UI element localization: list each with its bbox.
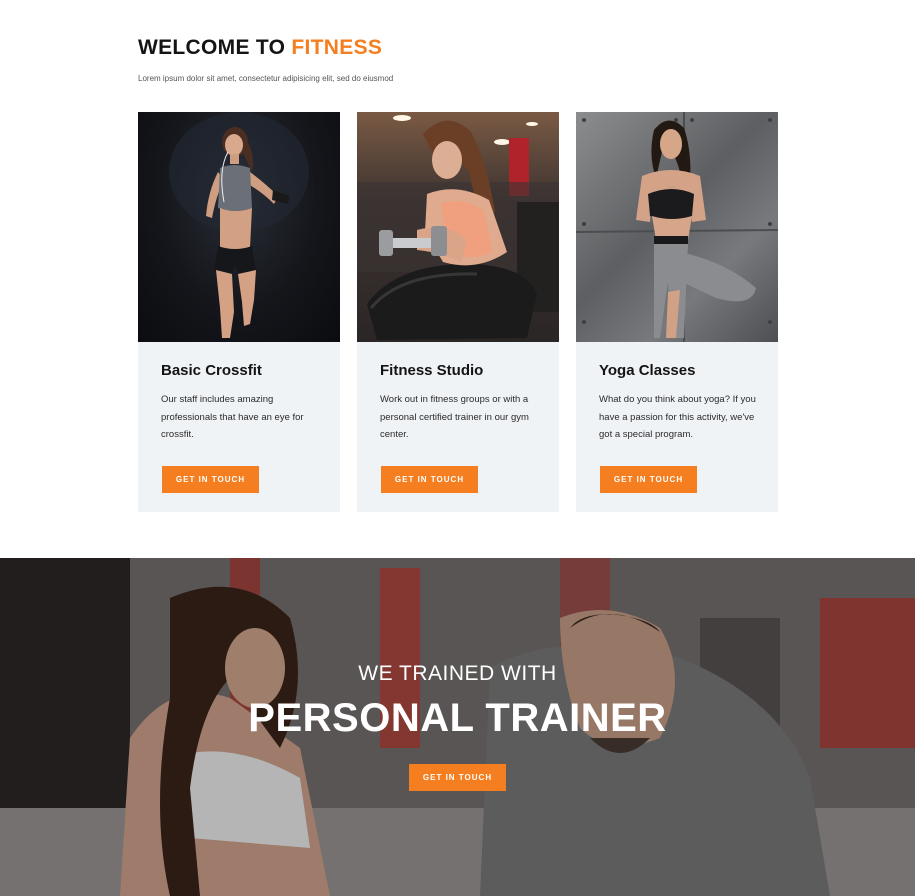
dumbbell-photo	[357, 112, 559, 342]
service-cards: Basic Crossfit Our staff includes amazin…	[138, 112, 778, 512]
card-body: Yoga Classes What do you think about yog…	[576, 342, 778, 451]
card-body: Fitness Studio Work out in fitness group…	[357, 342, 559, 451]
runner-photo	[138, 112, 340, 342]
runner-illustration	[169, 112, 309, 338]
get-in-touch-button[interactable]: GET IN TOUCH	[600, 466, 697, 493]
welcome-title-accent: FITNESS	[291, 36, 383, 59]
get-in-touch-button[interactable]: GET IN TOUCH	[381, 466, 478, 493]
welcome-title: WELCOME TO FITNESS	[138, 36, 393, 60]
card-title: Fitness Studio	[380, 362, 484, 379]
hero-banner: WE TRAINED WITH PERSONAL TRAINER GET IN …	[0, 558, 915, 896]
welcome-title-prefix: WELCOME TO	[138, 36, 286, 59]
hero-title: PERSONAL TRAINER	[248, 696, 667, 740]
welcome-subtitle: Lorem ipsum dolor sit amet, consectetur …	[138, 74, 394, 83]
dumbbell-illustration	[357, 115, 559, 340]
card-basic-crossfit: Basic Crossfit Our staff includes amazin…	[138, 112, 340, 512]
yoga-illustration	[576, 112, 778, 342]
card-title: Basic Crossfit	[161, 362, 262, 379]
get-in-touch-button[interactable]: GET IN TOUCH	[162, 466, 259, 493]
card-fitness-studio: Fitness Studio Work out in fitness group…	[357, 112, 559, 512]
hero-subtitle: WE TRAINED WITH	[358, 662, 557, 685]
card-text: What do you think about yoga? If you hav…	[599, 394, 756, 440]
card-title: Yoga Classes	[599, 362, 696, 379]
yoga-photo	[576, 112, 778, 342]
card-text: Our staff includes amazing professionals…	[161, 394, 304, 440]
welcome-section: WELCOME TO FITNESS Lorem ipsum dolor sit…	[138, 36, 393, 83]
card-yoga-classes: Yoga Classes What do you think about yog…	[576, 112, 778, 512]
card-body: Basic Crossfit Our staff includes amazin…	[138, 342, 340, 451]
hero-get-in-touch-button[interactable]: GET IN TOUCH	[409, 764, 506, 791]
card-text: Work out in fitness groups or with a per…	[380, 394, 529, 440]
